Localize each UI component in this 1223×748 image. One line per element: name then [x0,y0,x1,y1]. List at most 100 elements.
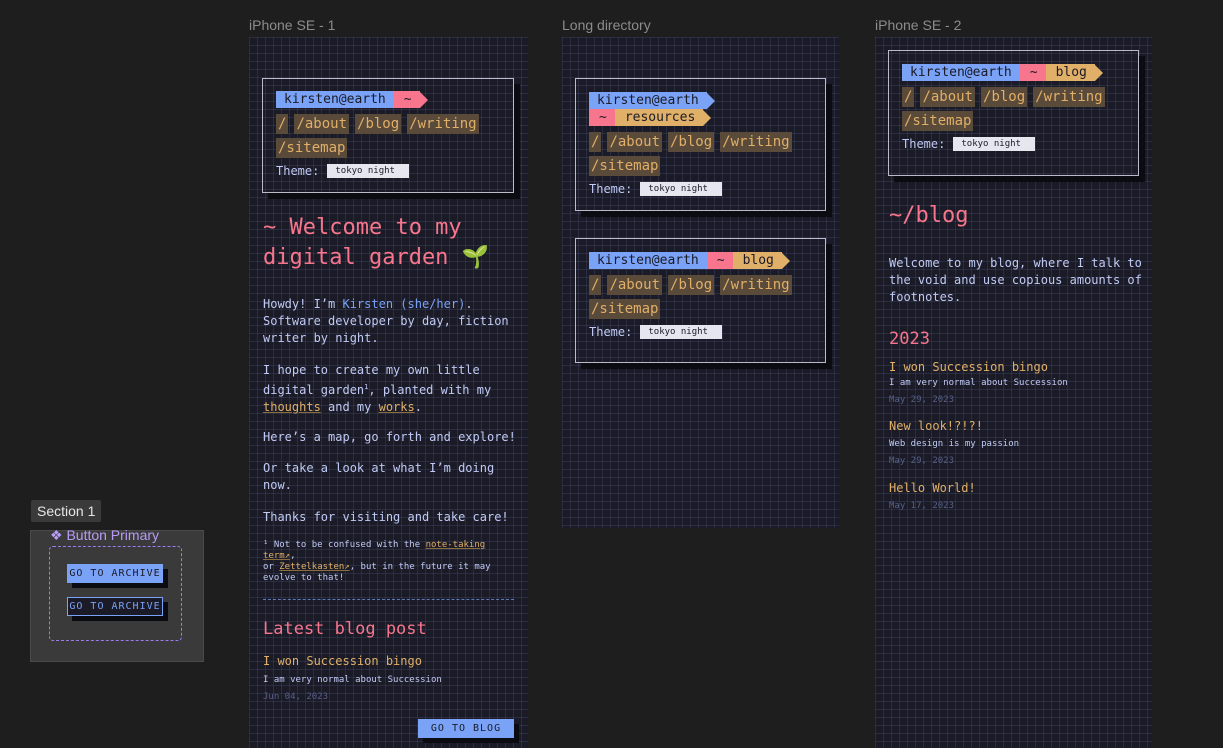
prompt-bar: kirsten@earth ~ blog [589,252,825,269]
nav-link-sitemap[interactable]: /sitemap [276,138,348,158]
title-line-1: ~ Welcome to my [263,215,462,240]
nav-link-about[interactable]: /about [607,275,663,295]
nav-link-root[interactable]: / [589,132,602,152]
nav-links: / /about /blog /writing /sitemap [589,275,799,319]
theme-select[interactable]: tokyo night [953,137,1036,151]
prompt-tilde: ~ [1019,64,1046,81]
prompt-tilde: ~ [706,252,733,269]
latest-heading: Latest blog post [263,619,427,639]
nav-link-blog[interactable]: /blog [668,275,715,295]
now-line-1: Or take a look at what I’m doing [263,461,495,475]
nav-link-about[interactable]: /about [294,114,350,134]
intro-text: Howdy! I’m [263,297,343,311]
theme-row: Theme: tokyo night [276,164,513,178]
nav-link-about[interactable]: /about [607,132,663,152]
prompt-tilde: ~ [393,91,420,108]
thanks-paragraph: Thanks for visiting and take care! [263,510,509,524]
nav-link-writing[interactable]: /writing [720,275,792,295]
garden-text: digital garden [263,383,365,397]
frame-label-iphone-se-1[interactable]: iPhone SE - 1 [249,17,335,33]
frame-label-long-directory[interactable]: Long directory [562,17,651,33]
intro-line-3: writer by night. [263,331,379,345]
nav-link-blog[interactable]: /blog [981,87,1028,107]
nav-link-root[interactable]: / [589,275,602,295]
prompt-bar-line-2: ~ resources [589,109,825,126]
theme-select[interactable]: tokyo night [640,325,723,339]
prompt-path-blog: blog [1045,64,1095,81]
footnote-or: or [263,562,280,572]
go-to-archive-button-dark[interactable]: GO TO ARCHIVE [67,597,163,616]
intro-line-2: Software developer by day, fiction [263,314,509,328]
intro-period: . [465,297,473,311]
nav-link-root[interactable]: / [276,114,289,134]
prompt-bar: kirsten@earth ~ [276,91,513,108]
nav-box: kirsten@earth ~ / /about /blog /writing … [262,78,514,193]
prompt-arrow [706,92,715,109]
component-label[interactable]: ❖ Button Primary [50,527,159,544]
post-title-1[interactable]: I won Succession bingo [889,359,1048,376]
theme-row: Theme: tokyo night [902,137,1138,151]
nav-link-sitemap[interactable]: /sitemap [589,156,661,176]
prompt-bar: kirsten@earth ~ blog [902,64,1138,81]
prompt-user: kirsten@earth [902,64,1020,81]
frame-iphone-se-1: kirsten@earth ~ / /about /blog /writing … [249,37,528,748]
footnote-line-3: evolve to that! [263,573,345,583]
blog-intro: Welcome to my blog, where I talk to the … [889,255,1144,306]
post-desc-2: Web design is my passion [889,439,1020,449]
nav-link-sitemap[interactable]: /sitemap [902,111,974,131]
nav-link-about[interactable]: /about [920,87,976,107]
post-date-2: May 29, 2023 [889,456,955,466]
prompt-arrow-end [703,109,712,126]
theme-label: Theme: [902,137,946,151]
latest-post-title[interactable]: I won Succession bingo [263,653,422,670]
thoughts-link[interactable]: thoughts [263,400,321,414]
nav-link-writing[interactable]: /writing [407,114,479,134]
go-to-blog-button[interactable]: GO TO BLOG [418,719,514,738]
intro-paragraph: Howdy! I’m Kirsten (she/her). Software d… [263,296,523,347]
post-title-2[interactable]: New look!?!?! [889,418,983,435]
prompt-bar-line-1: kirsten@earth [589,92,825,109]
prompt-user: kirsten@earth [276,91,394,108]
nav-link-writing[interactable]: /writing [1033,87,1105,107]
zettelkasten-link[interactable]: Zettelkasten↗ [279,562,349,572]
map-paragraph: Here’s a map, go forth and explore! [263,430,516,444]
latest-post-date: Jun 04, 2023 [263,692,329,702]
theme-row: Theme: tokyo night [589,182,825,196]
works-link[interactable]: works [379,400,415,414]
post-date-3: May 17, 2023 [889,501,955,511]
post-title-3[interactable]: Hello World! [889,480,976,497]
latest-post-desc: I am very normal about Succession [263,675,442,685]
title-line-2: digital garden [263,245,449,270]
prompt-arrow-end [1094,64,1103,81]
nav-box-blog: kirsten@earth ~ blog / /about /blog /wri… [888,50,1139,176]
name-link[interactable]: Kirsten (she/her) [342,297,465,311]
prompt-arrow [419,91,428,108]
now-link[interactable]: now. [263,477,523,494]
theme-label: Theme: [589,325,633,339]
theme-label: Theme: [276,164,320,178]
section-label[interactable]: Section 1 [31,500,102,522]
nav-link-writing[interactable]: /writing [720,132,792,152]
footnote: ¹ Not to be confused with the note-takin… [263,540,523,584]
footnote-comma: , [290,551,296,561]
theme-row: Theme: tokyo night [589,325,825,339]
blog-intro-line-1: Welcome to my blog, where I talk to [889,256,1142,270]
nav-link-blog[interactable]: /blog [668,132,715,152]
prompt-path-resources: resources [614,109,704,126]
nav-link-root[interactable]: / [902,87,915,107]
footnote-text-2: , but in the future it may [349,562,491,572]
nav-links: / /about /blog /writing /sitemap [902,87,1112,131]
blog-title: ~/blog [889,203,969,228]
theme-label: Theme: [589,182,633,196]
nav-link-sitemap[interactable]: /sitemap [589,299,661,319]
nav-link-blog[interactable]: /blog [355,114,402,134]
frame-label-iphone-se-2[interactable]: iPhone SE - 2 [875,17,961,33]
frame-iphone-se-2: kirsten@earth ~ blog / /about /blog /wri… [875,37,1152,748]
theme-select[interactable]: tokyo night [327,164,410,178]
go-to-archive-button-primary[interactable]: GO TO ARCHIVE [67,564,163,583]
frame-long-directory: kirsten@earth ~ resources / /about /blog… [562,37,839,528]
nav-box-blog: kirsten@earth ~ blog / /about /blog /wri… [575,238,826,363]
period-text: . [414,400,422,414]
nav-links: / /about /blog /writing /sitemap [276,114,486,158]
theme-select[interactable]: tokyo night [640,182,723,196]
